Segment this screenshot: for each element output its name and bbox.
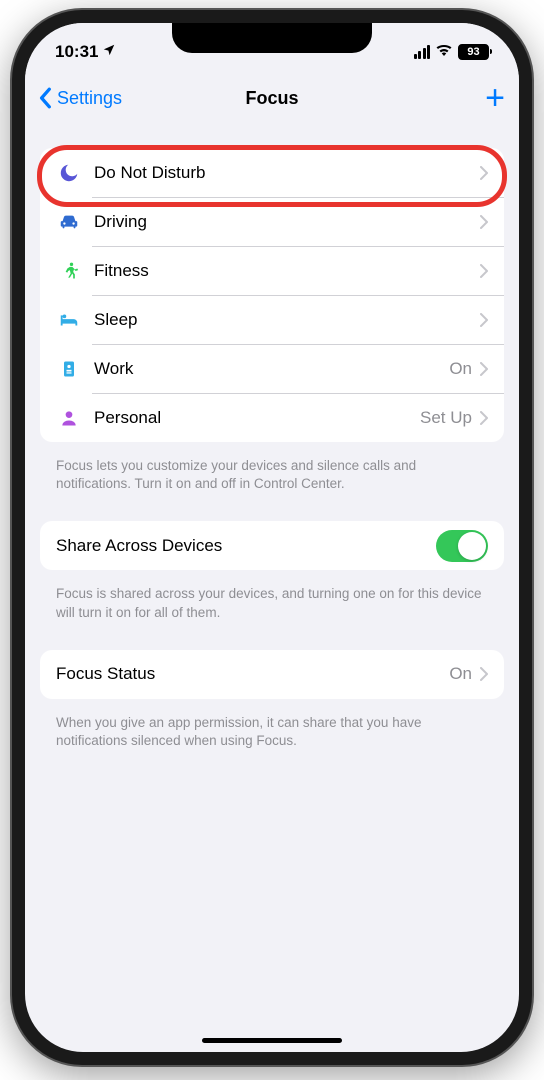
focus-row-label: Driving [94, 212, 480, 232]
focus-row-label: Work [94, 359, 449, 379]
chevron-right-icon [480, 215, 488, 229]
focus-row-fitness[interactable]: Fitness [40, 246, 504, 295]
battery-percent: 93 [467, 46, 479, 58]
chevron-right-icon [480, 313, 488, 327]
focus-row-label: Sleep [94, 310, 480, 330]
share-toggle[interactable] [436, 530, 488, 562]
content-area: Do Not Disturb Driving Fitness [25, 123, 519, 1052]
focus-row-detail: Set Up [420, 408, 472, 428]
focus-status-label: Focus Status [56, 664, 449, 684]
focus-modes-group: Do Not Disturb Driving Fitness [40, 148, 504, 442]
focus-row-label: Personal [94, 408, 420, 428]
share-footer: Focus is shared across your devices, and… [40, 578, 504, 649]
focus-row-detail: On [449, 359, 472, 379]
moon-icon [56, 160, 82, 186]
runner-icon [56, 258, 82, 284]
share-across-devices-row[interactable]: Share Across Devices [40, 521, 504, 570]
location-icon [102, 42, 116, 62]
focus-modes-footer: Focus lets you customize your devices an… [40, 450, 504, 521]
badge-icon [56, 356, 82, 382]
share-label: Share Across Devices [56, 536, 436, 556]
chevron-right-icon [480, 362, 488, 376]
add-focus-button[interactable]: + [485, 81, 505, 115]
focus-status-row[interactable]: Focus Status On [40, 650, 504, 699]
home-indicator[interactable] [202, 1038, 342, 1043]
focus-row-dnd[interactable]: Do Not Disturb [40, 148, 504, 197]
page-title: Focus [245, 88, 298, 109]
share-group: Share Across Devices [40, 521, 504, 570]
battery-indicator: 93 [458, 44, 489, 60]
cellular-signal-icon [414, 45, 431, 59]
focus-status-footer: When you give an app permission, it can … [40, 707, 504, 778]
person-icon [56, 405, 82, 431]
bed-icon [56, 307, 82, 333]
car-icon [56, 209, 82, 235]
focus-row-driving[interactable]: Driving [40, 197, 504, 246]
phone-frame: 10:31 93 Settings [12, 10, 532, 1065]
focus-row-label: Fitness [94, 261, 480, 281]
focus-row-work[interactable]: Work On [40, 344, 504, 393]
focus-row-personal[interactable]: Personal Set Up [40, 393, 504, 442]
focus-row-label: Do Not Disturb [94, 163, 480, 183]
notch [172, 23, 372, 53]
focus-status-detail: On [449, 664, 472, 684]
back-button[interactable]: Settings [39, 87, 122, 109]
screen: 10:31 93 Settings [25, 23, 519, 1052]
chevron-right-icon [480, 264, 488, 278]
focus-status-group: Focus Status On [40, 650, 504, 699]
chevron-left-icon [39, 87, 53, 109]
nav-bar: Settings Focus + [25, 73, 519, 123]
chevron-right-icon [480, 667, 488, 681]
status-time: 10:31 [55, 42, 98, 62]
back-label: Settings [57, 88, 122, 109]
chevron-right-icon [480, 166, 488, 180]
wifi-icon [435, 42, 453, 62]
chevron-right-icon [480, 411, 488, 425]
focus-row-sleep[interactable]: Sleep [40, 295, 504, 344]
